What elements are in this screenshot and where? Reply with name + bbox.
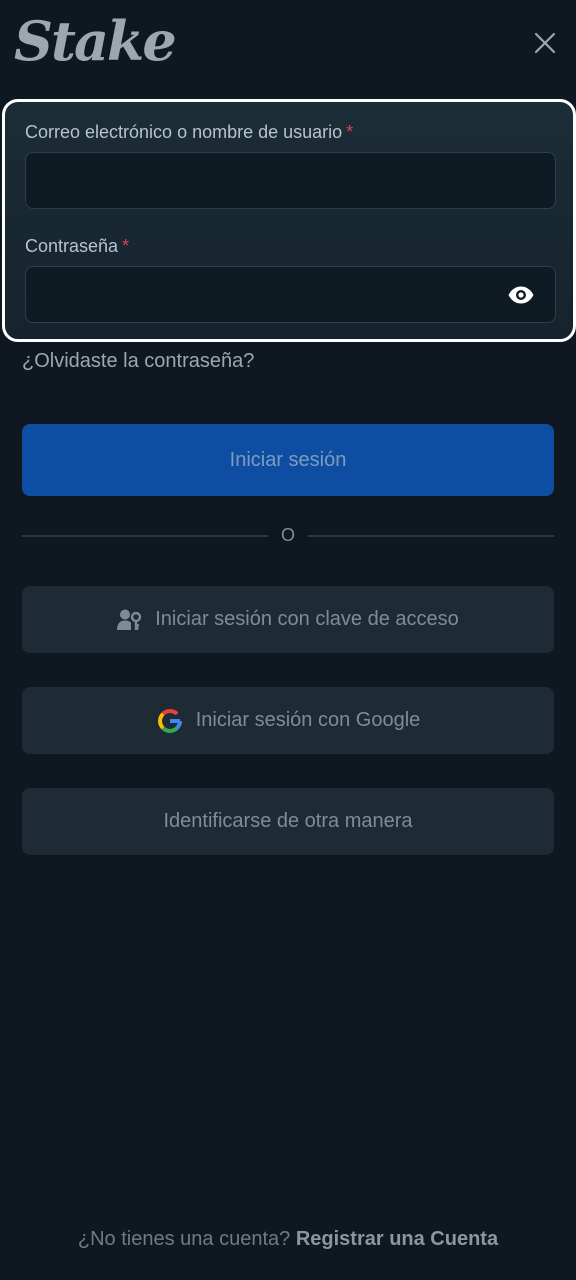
show-password-button[interactable] <box>505 284 537 306</box>
required-mark: * <box>346 122 354 142</box>
username-label-text: Correo electrónico o nombre de usuario <box>25 122 343 142</box>
divider-right <box>308 535 554 537</box>
forgot-password-link[interactable]: ¿Olvidaste la contraseña? <box>22 350 254 373</box>
username-label: Correo electrónico o nombre de usuario * <box>25 122 353 143</box>
other-login-label: Identificarse de otra manera <box>163 810 413 832</box>
passkey-login-button[interactable]: Iniciar sesión con clave de acceso <box>22 586 554 653</box>
no-account-text: ¿No tienes una cuenta? <box>77 1228 291 1250</box>
stake-logo: Stake <box>14 9 177 73</box>
close-icon <box>534 32 556 54</box>
google-icon <box>156 707 184 735</box>
login-form-card: Correo electrónico o nombre de usuario * … <box>2 99 576 342</box>
eye-icon <box>508 286 534 304</box>
google-login-button[interactable]: Iniciar sesión con Google <box>22 687 554 754</box>
username-input[interactable] <box>25 152 556 209</box>
divider-left <box>22 535 268 537</box>
register-footer: ¿No tienes una cuenta? Registrar una Cue… <box>0 1228 576 1251</box>
other-login-button[interactable]: Identificarse de otra manera <box>22 788 554 855</box>
passkey-user-icon <box>117 608 143 632</box>
register-link[interactable]: Registrar una Cuenta <box>296 1228 498 1250</box>
password-label-text: Contraseña <box>25 236 119 256</box>
login-button[interactable]: Iniciar sesión <box>22 424 554 496</box>
password-input[interactable] <box>25 266 556 323</box>
login-page: Stake Correo electrónico o nombre de usu… <box>0 0 576 1280</box>
passkey-login-label: Iniciar sesión con clave de acceso <box>155 608 459 630</box>
divider-label: O <box>280 525 295 545</box>
password-label: Contraseña * <box>25 236 129 257</box>
required-mark: * <box>122 236 130 256</box>
login-button-label: Iniciar sesión <box>229 448 347 471</box>
close-button[interactable] <box>528 26 562 60</box>
google-login-label: Iniciar sesión con Google <box>195 709 421 731</box>
